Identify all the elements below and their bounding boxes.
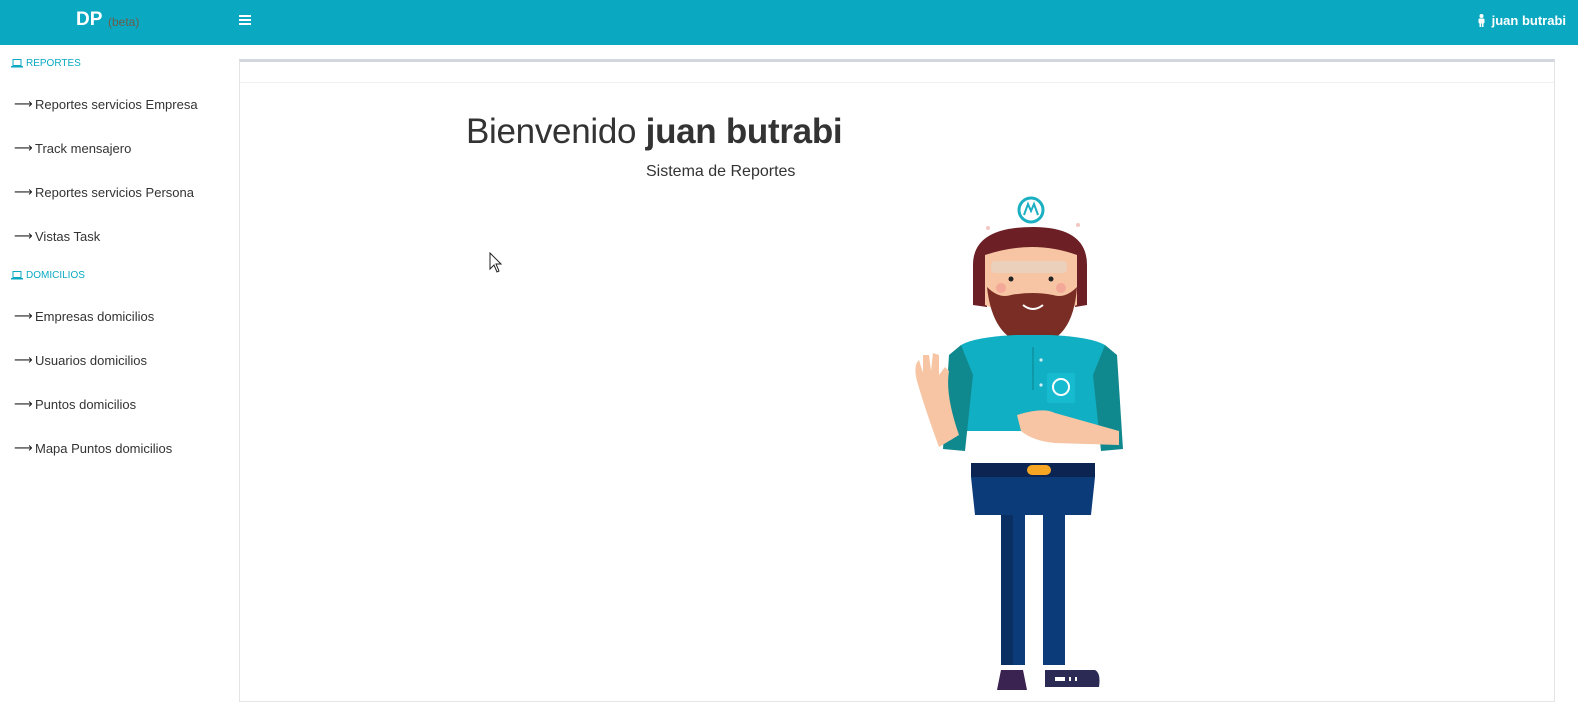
arrow-right-icon: ⟶	[14, 184, 33, 200]
brand-beta-badge: (beta)	[108, 15, 140, 29]
arrow-right-icon: ⟶	[14, 308, 33, 324]
sidebar-item-puntos-domicilios[interactable]: ⟶ Puntos domicilios	[14, 394, 136, 414]
sidebar-item-track-mensajero[interactable]: ⟶ Track mensajero	[14, 138, 131, 158]
arrow-right-icon: ⟶	[14, 352, 33, 368]
panel-divider	[240, 82, 1554, 83]
sidebar-item-reportes-servicios-empresa[interactable]: ⟶ Reportes servicios Empresa	[14, 94, 198, 114]
sidebar: REPORTES ⟶ Reportes servicios Empresa ⟶ …	[0, 45, 230, 708]
top-navbar: DP (beta) juan butrabi	[0, 0, 1578, 45]
arrow-right-icon: ⟶	[14, 140, 33, 156]
content-panel	[239, 59, 1555, 702]
sidebar-section-reportes: REPORTES	[11, 58, 81, 69]
sidebar-section-domicilios: DOMICILIOS	[11, 270, 85, 281]
user-name: juan butrabi	[1491, 13, 1566, 28]
arrow-right-icon: ⟶	[14, 96, 33, 112]
sidebar-item-vistas-task[interactable]: ⟶ Vistas Task	[14, 226, 100, 246]
sidebar-item-reportes-servicios-persona[interactable]: ⟶ Reportes servicios Persona	[14, 182, 194, 202]
user-menu[interactable]: juan butrabi	[1477, 13, 1566, 28]
sidebar-item-mapa-puntos-domicilios[interactable]: ⟶ Mapa Puntos domicilios	[14, 438, 172, 458]
hamburger-icon[interactable]	[238, 13, 252, 29]
page-subtitle: Sistema de Reportes	[646, 163, 796, 180]
user-icon	[1478, 14, 1485, 27]
sidebar-item-usuarios-domicilios[interactable]: ⟶ Usuarios domicilios	[14, 350, 147, 370]
arrow-right-icon: ⟶	[14, 396, 33, 412]
courier-illustration	[915, 196, 1123, 690]
mouse-cursor-icon	[489, 252, 503, 273]
sidebar-item-empresas-domicilios[interactable]: ⟶ Empresas domicilios	[14, 306, 154, 326]
laptop-icon	[11, 59, 23, 68]
welcome-user-name: juan butrabi	[645, 112, 843, 151]
brand-logo[interactable]: DP	[76, 9, 102, 31]
arrow-right-icon: ⟶	[14, 440, 33, 456]
laptop-icon	[11, 271, 23, 280]
welcome-heading: Bienvenido juan butrabi	[466, 112, 843, 151]
arrow-right-icon: ⟶	[14, 228, 33, 244]
